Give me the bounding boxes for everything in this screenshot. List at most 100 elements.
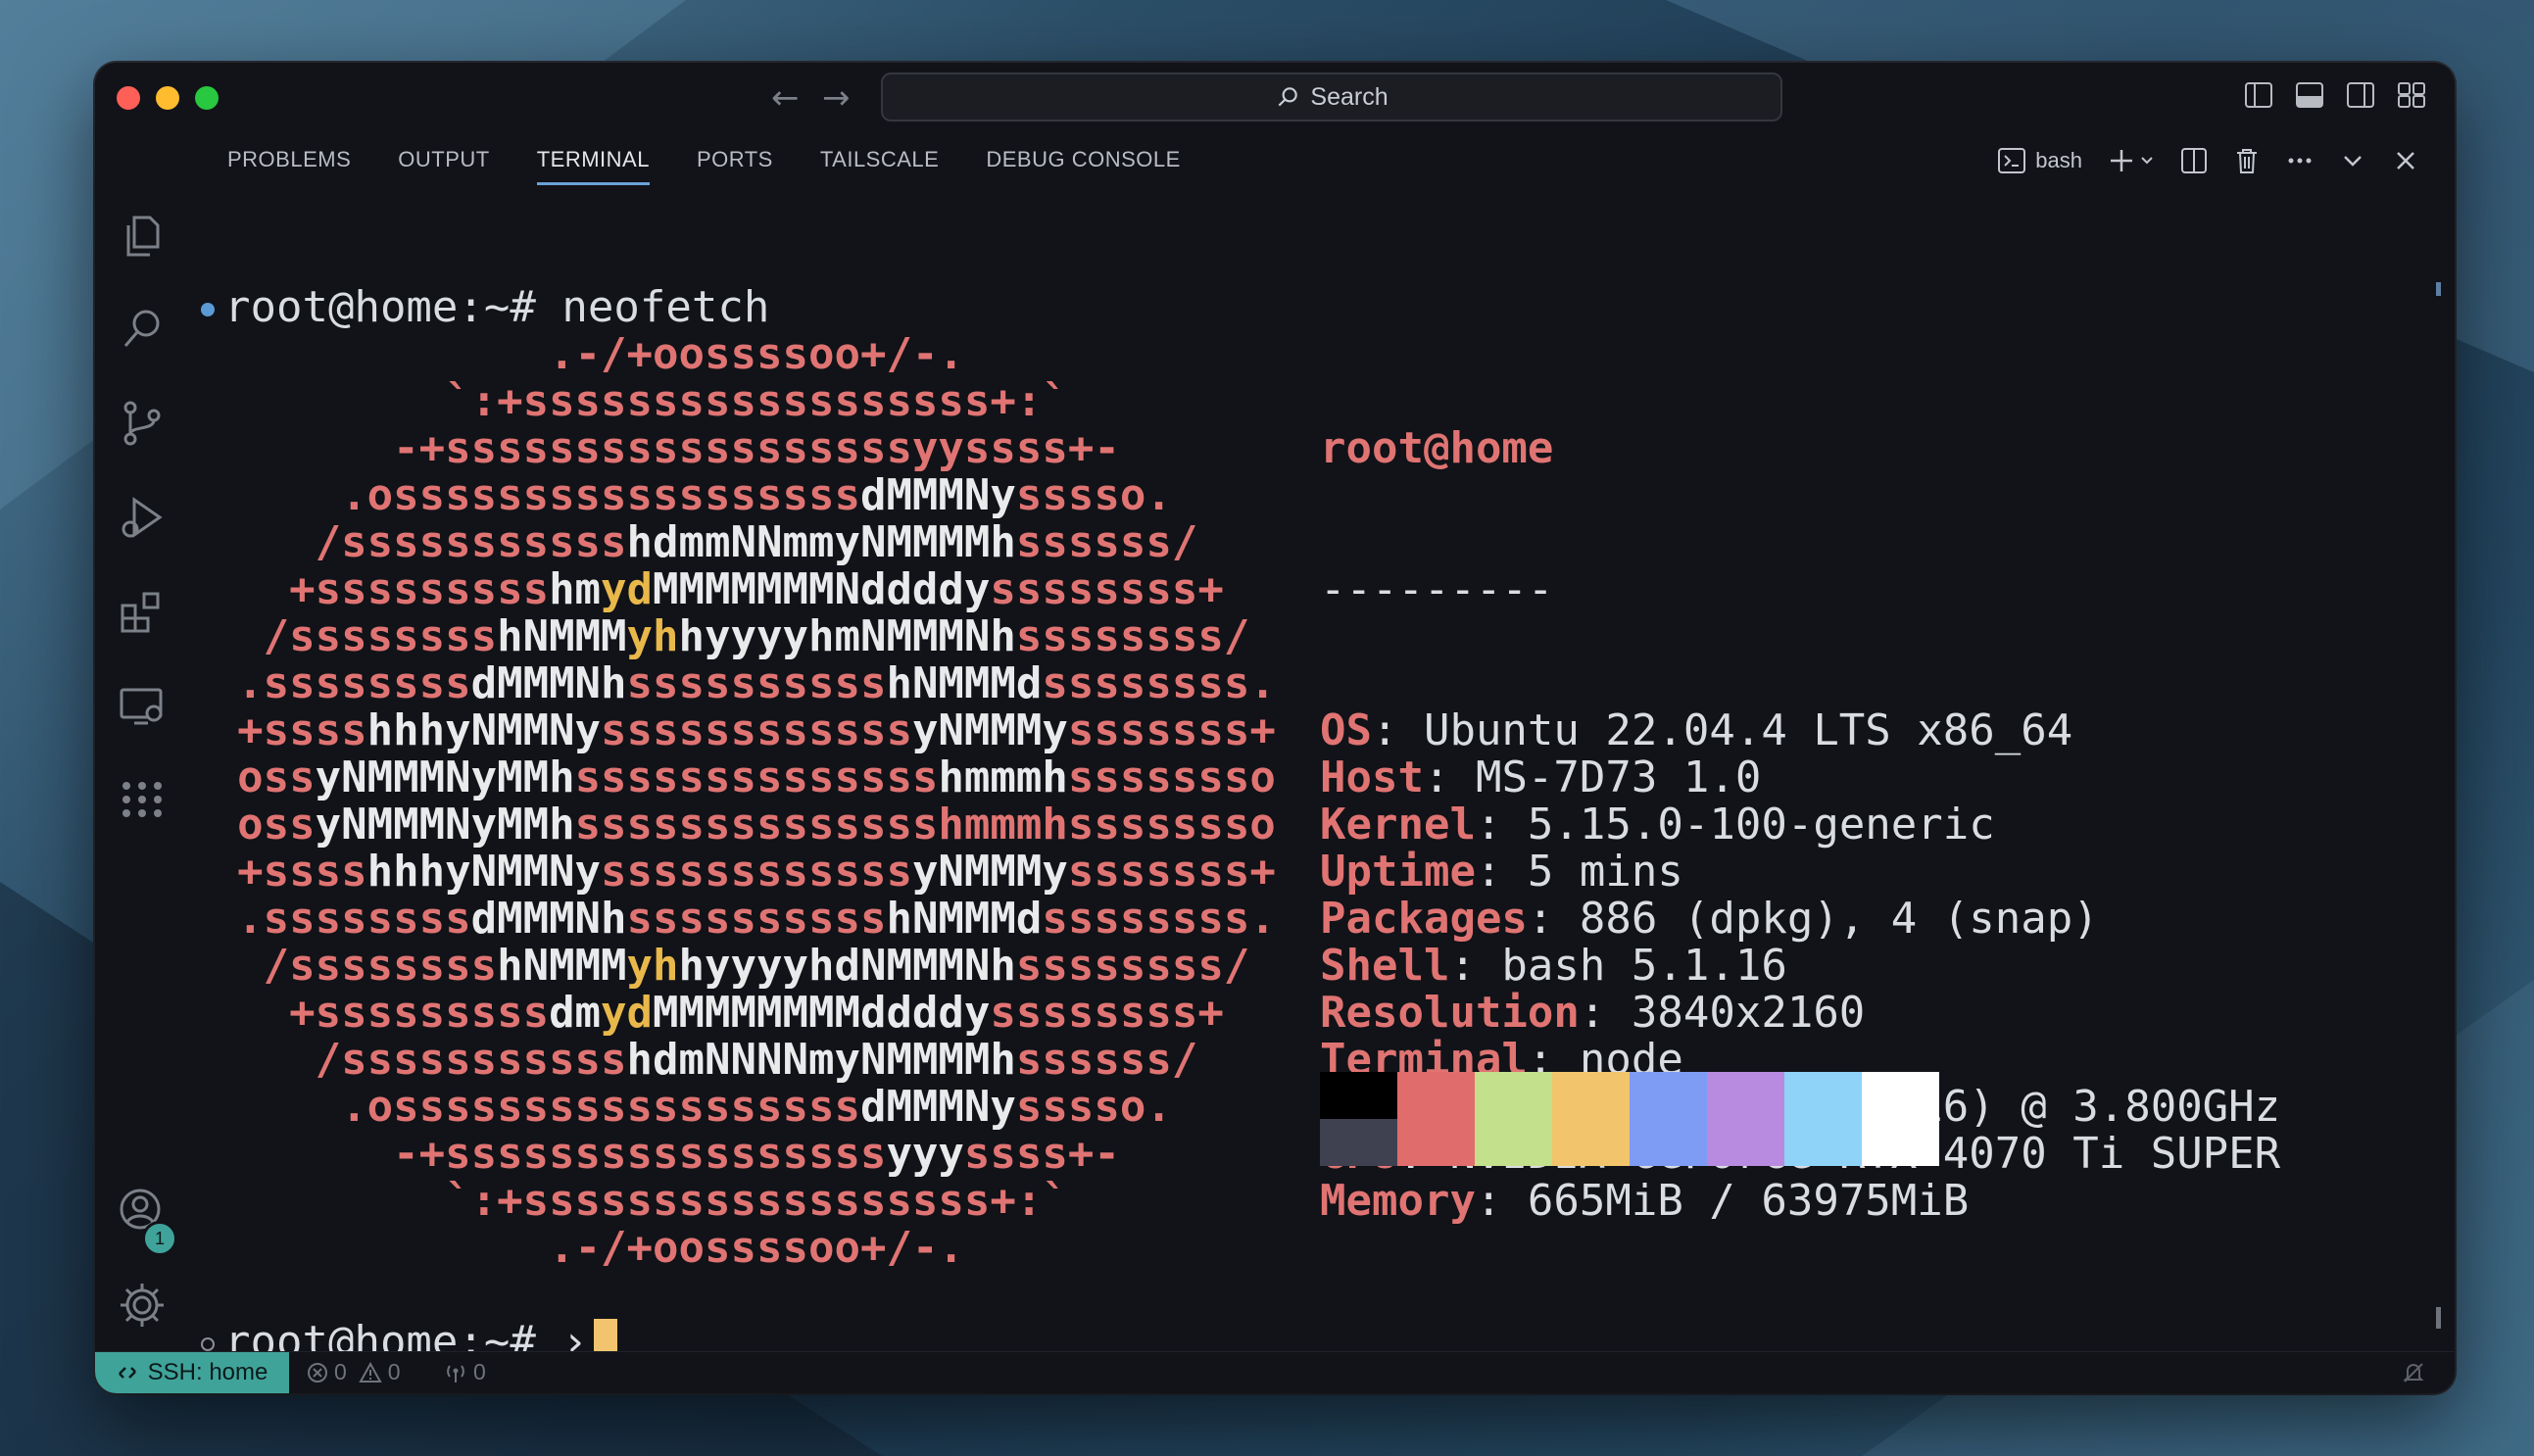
ascii-art-segment: .ssssssss <box>237 658 471 708</box>
color-swatch <box>1862 1072 1939 1119</box>
info-row: Resolution: 3840x2160 <box>1320 990 2280 1037</box>
info-value: : 886 (dpkg), 4 (snap) <box>1527 894 2099 944</box>
color-swatch <box>1475 1072 1552 1119</box>
color-swatch <box>1784 1072 1862 1119</box>
ascii-art-segment: .ssssssss <box>237 894 471 944</box>
ascii-art-line: .ossssssssssssssssssdMMMNysssso. <box>222 472 1291 519</box>
ascii-art-segment: .ossssssssssssssssss <box>341 470 860 520</box>
ascii-art-segment: ssssssssssss <box>601 705 912 755</box>
new-terminal-button[interactable] <box>2108 147 2155 174</box>
ascii-art-segment: yNMMMy <box>911 705 1068 755</box>
ascii-art-segment: hyyyyhdNMMMNh <box>678 941 1016 991</box>
color-swatch <box>1707 1119 1784 1166</box>
ascii-art-segment: hNMMM <box>497 941 627 991</box>
ascii-art-segment: `:+ssssssssssssssssss+:` <box>445 1176 1068 1226</box>
terminal-output[interactable]: root@home:~# neofetch .-/+oossssoo+/-. `:… <box>95 210 2455 1366</box>
notifications-muted-icon[interactable] <box>2402 1361 2425 1384</box>
ascii-art-segment: .-/+oossssoo+/-. <box>549 329 964 379</box>
ascii-art-segment: yd <box>601 564 654 614</box>
scroll-marker-top <box>2436 282 2441 296</box>
ascii-art-segment: ssssssssss <box>626 894 887 944</box>
tab-terminal[interactable]: TERMINAL <box>536 147 650 185</box>
info-row: Uptime: 5 mins <box>1320 849 2280 896</box>
ascii-art-segment: ssssssss/ <box>1015 611 1250 661</box>
ascii-art-segment: ssss+- <box>963 1129 1120 1179</box>
info-value: : 665MiB / 63975MiB <box>1475 1176 1970 1226</box>
info-row: Host: MS-7D73 1.0 <box>1320 754 2280 801</box>
tab-output[interactable]: OUTPUT <box>398 147 489 185</box>
color-palette <box>1320 1072 1939 1166</box>
ascii-art-segment: ssssssss+ <box>990 988 1224 1038</box>
ascii-art-segment: ssssssss. <box>1042 658 1276 708</box>
tab-problems[interactable]: PROBLEMS <box>227 147 351 185</box>
command-status-dot <box>201 303 215 316</box>
tab-ports[interactable]: PORTS <box>697 147 773 185</box>
ascii-art-segment: ssssss/ <box>1015 517 1198 567</box>
terminal-name: bash <box>2035 148 2082 172</box>
ascii-art-segment: +ssss <box>237 705 367 755</box>
ascii-art-segment: sssssss+ <box>1067 705 1276 755</box>
trash-icon[interactable] <box>2233 147 2261 174</box>
toggle-secondary-sidebar-icon[interactable] <box>2347 82 2374 108</box>
close-panel-icon[interactable] <box>2392 147 2419 174</box>
plus-icon <box>2111 150 2132 171</box>
info-row: OS: Ubuntu 22.04.4 LTS x86_64 <box>1320 707 2280 754</box>
ascii-art-segment: hhhyNMMNy <box>366 705 602 755</box>
scroll-marker-bottom <box>2436 1307 2441 1329</box>
ascii-art-segment: yNMMMNyMMh <box>315 752 575 802</box>
toggle-primary-sidebar-icon[interactable] <box>2245 82 2272 108</box>
ascii-art-segment: ssssssssssssss <box>574 752 939 802</box>
ascii-art-segment: MMMMMMMNddddy <box>653 564 991 614</box>
remote-indicator[interactable]: SSH: home <box>95 1352 289 1393</box>
toggle-panel-icon[interactable] <box>2296 82 2323 108</box>
color-swatch <box>1320 1072 1397 1119</box>
ascii-art-line: /ssssssssssshdmNNNNmyNMMMMhssssss/ <box>222 1037 1291 1084</box>
command-line: root@home:~# neofetch <box>201 284 769 331</box>
command-center-search[interactable]: Search <box>881 73 1782 121</box>
more-actions-icon[interactable] <box>2286 147 2314 174</box>
color-swatch <box>1630 1072 1707 1119</box>
color-swatch <box>1784 1119 1862 1166</box>
ascii-art-segment: hmmmh <box>938 752 1068 802</box>
split-terminal-icon[interactable] <box>2180 147 2208 174</box>
error-icon <box>308 1362 327 1383</box>
ascii-art-line: .ossssssssssssssssssdMMMNysssso. <box>222 1084 1291 1131</box>
ascii-art-segment: dMMMNy <box>859 1082 1016 1132</box>
search-icon <box>1278 87 1298 107</box>
prompt-status-dot <box>201 1337 215 1351</box>
forward-arrow-icon[interactable]: → <box>822 78 851 118</box>
ascii-art-segment: ssssssss+ <box>990 564 1224 614</box>
terminal-actions: bash <box>1998 147 2419 174</box>
status-bar: SSH: home 0 0 0 <box>95 1351 2455 1393</box>
maximize-panel-chevron-icon[interactable] <box>2339 147 2366 174</box>
chevron-down-icon <box>2141 157 2153 165</box>
problems-status[interactable]: 0 0 <box>307 1359 401 1385</box>
remote-icon <box>118 1367 136 1379</box>
back-arrow-icon[interactable]: ← <box>771 78 800 118</box>
tab-debug-console[interactable]: DEBUG CONSOLE <box>986 147 1180 185</box>
ascii-art-segment: hdmNNNNmyNMMMMh <box>626 1035 1016 1085</box>
ascii-art-segment: +ssss <box>237 847 367 897</box>
minimize-window-button[interactable] <box>156 86 179 110</box>
terminal-selector[interactable]: bash <box>1998 148 2082 173</box>
tab-tailscale[interactable]: TAILSCALE <box>820 147 939 185</box>
ascii-art-segment: +sssssssss <box>289 564 550 614</box>
customize-layout-icon[interactable] <box>2398 82 2425 108</box>
ascii-art-segment: sssssss+ <box>1067 847 1276 897</box>
ascii-art-segment: .ossssssssssssssssss <box>341 1082 860 1132</box>
ascii-art-line: .-/+oossssoo+/-. <box>222 331 1291 378</box>
ascii-art-line: +ssssssssshmydMMMMMMMNddddyssssssss+ <box>222 566 1291 613</box>
info-row: Packages: 886 (dpkg), 4 (snap) <box>1320 896 2280 943</box>
info-key: Resolution <box>1320 988 1580 1038</box>
ascii-art-segment: hyyyyhmNMMMNh <box>678 611 1016 661</box>
ports-status[interactable]: 0 <box>444 1359 486 1385</box>
zoom-window-button[interactable] <box>195 86 219 110</box>
ascii-art-segment: hm <box>549 564 602 614</box>
close-window-button[interactable] <box>117 86 140 110</box>
ascii-art-segment: .-/+oossssoo+/-. <box>549 1223 964 1273</box>
info-key: Uptime <box>1320 847 1476 897</box>
ascii-art-segment: yyy <box>886 1129 964 1179</box>
ascii-art-segment: hNMMMd <box>886 658 1043 708</box>
ascii-art-segment: yd <box>601 988 654 1038</box>
ascii-art-line: /sssssssshNMMMyhhyyyyhdNMMMNhssssssss/ <box>222 943 1291 990</box>
